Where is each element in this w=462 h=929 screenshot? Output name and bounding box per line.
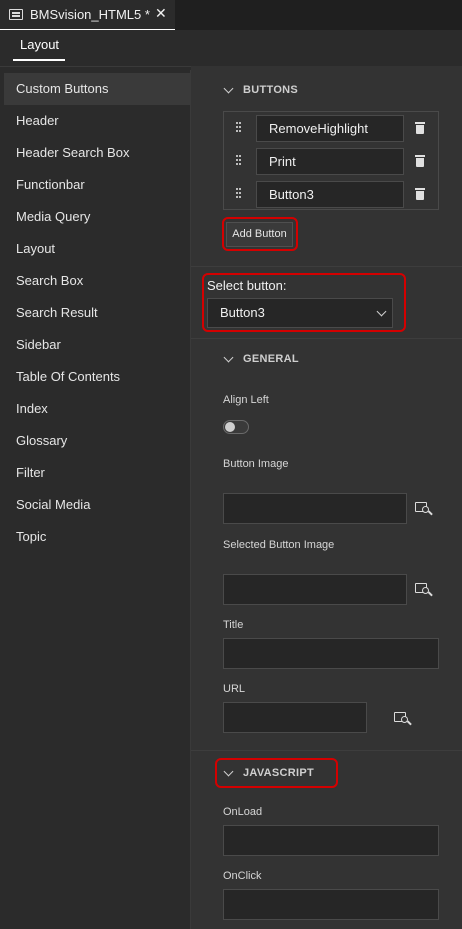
sidebar-item-media-query[interactable]: Media Query <box>4 201 190 233</box>
section-heading-general[interactable]: GENERAL <box>243 353 299 365</box>
chevron-down-icon[interactable] <box>223 83 234 94</box>
sidebar-item-glossary[interactable]: Glossary <box>4 425 190 457</box>
drag-handle-icon[interactable] <box>236 155 242 167</box>
button-image-field[interactable] <box>223 493 407 524</box>
sidebar-item-custom-buttons[interactable]: Custom Buttons <box>4 73 190 105</box>
add-button-button[interactable]: Add Button <box>226 222 293 247</box>
url-field[interactable] <box>223 702 367 733</box>
chevron-down-icon[interactable] <box>223 352 234 363</box>
trash-icon[interactable] <box>415 122 425 134</box>
align-left-toggle[interactable] <box>223 420 249 434</box>
onload-label: OnLoad <box>223 806 263 818</box>
sidebar-item-filter[interactable]: Filter <box>4 457 190 489</box>
onclick-field[interactable] <box>223 889 439 920</box>
url-label: URL <box>223 683 246 695</box>
select-button-dropdown[interactable]: Button3 <box>207 298 393 328</box>
buttons-list: RemoveHighlight Print Button3 <box>223 111 439 210</box>
list-item: Button3 <box>224 178 438 211</box>
button-name-field[interactable]: Button3 <box>256 181 404 208</box>
browse-icon[interactable] <box>394 710 412 726</box>
button-name-field[interactable]: RemoveHighlight <box>256 115 404 142</box>
sidebar-item-search-box[interactable]: Search Box <box>4 265 190 297</box>
divider <box>191 338 462 339</box>
sidebar-item-header[interactable]: Header <box>4 105 190 137</box>
onload-field[interactable] <box>223 825 439 856</box>
sidebar-item-table-of-contents[interactable]: Table Of Contents <box>4 361 190 393</box>
browse-icon[interactable] <box>415 500 433 516</box>
list-item: RemoveHighlight <box>224 112 438 145</box>
sidebar-item-social-media[interactable]: Social Media <box>4 489 190 521</box>
tab-layout[interactable]: Layout <box>20 37 59 52</box>
sidebar-item-topic[interactable]: Topic <box>4 521 190 553</box>
sidebar-item-header-search-box[interactable]: Header Search Box <box>4 137 190 169</box>
button-name-field[interactable]: Print <box>256 148 404 175</box>
properties-panel: BUTTONS RemoveHighlight Print Button3 Ad… <box>191 66 462 929</box>
onclick-label: OnClick <box>223 870 262 882</box>
section-heading-buttons[interactable]: BUTTONS <box>243 84 298 96</box>
select-button-label: Select button: <box>207 278 287 293</box>
drag-handle-icon[interactable] <box>236 122 242 134</box>
list-item: Print <box>224 145 438 178</box>
section-heading-javascript[interactable]: JAVASCRIPT <box>243 767 314 779</box>
close-icon[interactable]: ✕ <box>155 5 167 22</box>
sidebar-item-sidebar[interactable]: Sidebar <box>4 329 190 361</box>
selected-button-image-label: Selected Button Image <box>223 539 335 551</box>
document-icon <box>9 9 23 20</box>
sidebar: Custom Buttons Header Header Search Box … <box>0 70 191 929</box>
button-image-label: Button Image <box>223 458 289 470</box>
browse-icon[interactable] <box>415 581 433 597</box>
document-tab-bar: BMSvision_HTML5 * ✕ <box>0 0 462 30</box>
drag-handle-icon[interactable] <box>236 188 242 200</box>
selected-button-image-field[interactable] <box>223 574 407 605</box>
divider <box>191 266 462 267</box>
sidebar-item-layout[interactable]: Layout <box>4 233 190 265</box>
trash-icon[interactable] <box>415 155 425 167</box>
sidebar-item-search-result[interactable]: Search Result <box>4 297 190 329</box>
title-label: Title <box>223 619 244 631</box>
subtab-row: Layout <box>0 30 462 67</box>
align-left-label: Align Left <box>223 394 269 406</box>
toggle-knob <box>225 422 235 432</box>
divider <box>191 750 462 751</box>
sidebar-item-index[interactable]: Index <box>4 393 190 425</box>
trash-icon[interactable] <box>415 188 425 200</box>
active-tab-indicator <box>13 59 65 61</box>
chevron-down-icon[interactable] <box>223 766 234 777</box>
document-tab-title: BMSvision_HTML5 * <box>30 7 150 22</box>
title-field[interactable] <box>223 638 439 669</box>
sidebar-item-functionbar[interactable]: Functionbar <box>4 169 190 201</box>
document-tab[interactable]: BMSvision_HTML5 * ✕ <box>0 0 175 30</box>
